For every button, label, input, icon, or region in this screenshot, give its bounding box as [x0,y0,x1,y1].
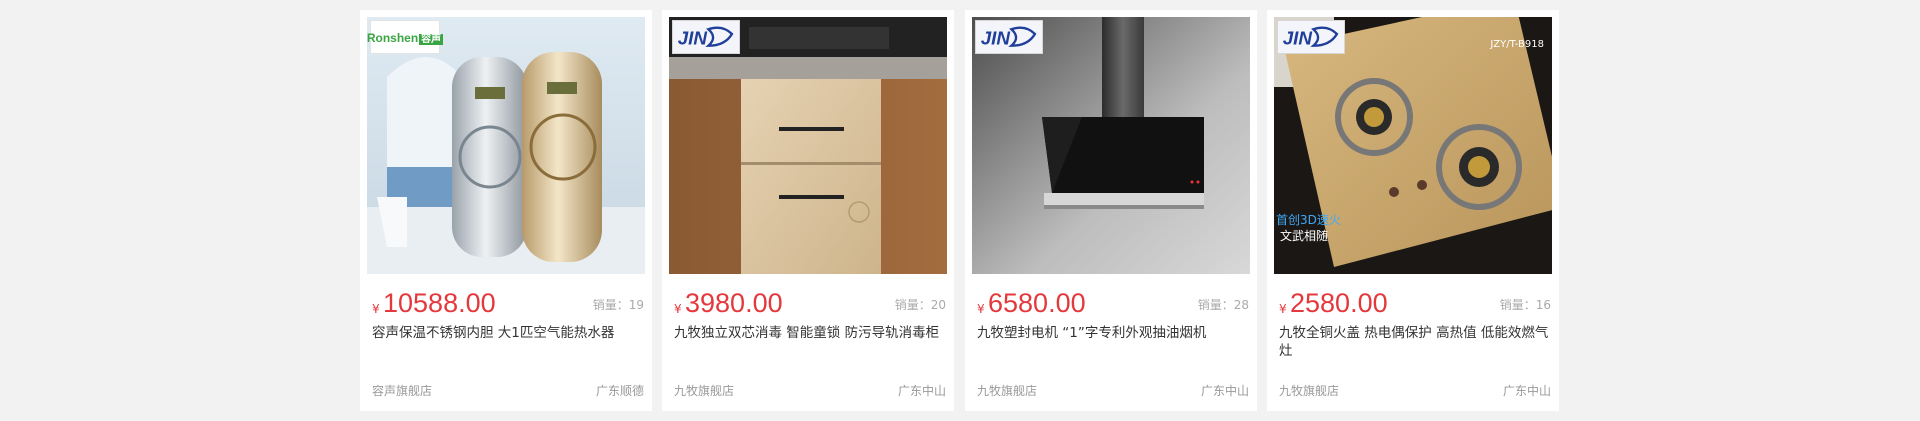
product-grid: Ronshen 容声 ¥ 10588.00 销量：19 容声保温不锈钢内胆 大1匹… [360,10,1562,421]
price-row: ¥ 3980.00 销量：20 [674,280,946,320]
shop-name-link[interactable]: 容声旗舰店 [372,382,432,399]
product-title-link[interactable]: 九牧独立双芯消毒 智能童锁 防污导轨消毒柜 [674,324,946,364]
jiumu-logo-icon: JIN [678,26,734,48]
shop-location: 广东中山 [1502,384,1551,398]
shop-name-link[interactable]: 九牧旗舰店 [674,382,734,399]
product-price: 2580.00 [1290,288,1388,318]
brand-logo: JIN [975,20,1043,54]
sales-count: 销量：20 [894,298,946,312]
water-heater-illustration [367,17,645,274]
jiumu-logo-icon: JIN [981,26,1037,48]
brand-logo: Ronshen 容声 [367,20,444,54]
image-caption-1: 首创3D速火 [1276,213,1341,227]
price-row: ¥ 10588.00 销量：19 [372,280,644,320]
brand-logo: JIN [1277,20,1345,54]
brand-logo: JIN [672,20,740,54]
svg-text:JIN: JIN [678,27,708,48]
svg-text:JIN: JIN [981,27,1011,48]
shop-location: 广东中山 [1200,384,1249,398]
product-price: 3980.00 [685,288,783,318]
currency-symbol: ¥ [674,302,682,316]
sales-count: 销量：28 [1197,298,1249,312]
product-title-link[interactable]: 九牧塑封电机 “1”字专利外观抽油烟机 [977,324,1249,364]
model-number-overlay: JZY/T-B918 [1490,39,1544,50]
currency-symbol: ¥ [1279,302,1287,316]
shop-name-link[interactable]: 九牧旗舰店 [1279,382,1339,399]
currency-symbol: ¥ [977,302,985,316]
product-price: 10588.00 [383,288,496,318]
product-card[interactable]: Ronshen 容声 ¥ 10588.00 销量：19 容声保温不锈钢内胆 大1匹… [360,10,652,411]
jiumu-logo-icon: JIN [1283,26,1339,48]
sales-count: 销量：16 [1499,298,1551,312]
shop-location: 广东顺德 [595,384,644,398]
product-card[interactable]: JIN ¥ 6580.00 销量：28 九牧塑封电机 “1”字专利外观抽油烟机 … [965,10,1257,411]
product-image-range-hood[interactable]: JIN [972,17,1250,274]
currency-symbol: ¥ [372,302,380,316]
product-card[interactable]: JIN JZY/T-B918 首创3D速火 文武相随 ¥ 2580.00 销量：… [1267,10,1559,411]
shop-location: 广东中山 [897,384,946,398]
sales-count: 销量：19 [592,298,644,312]
product-price: 6580.00 [988,288,1086,318]
product-image-gas-stove[interactable]: JIN JZY/T-B918 首创3D速火 文武相随 [1274,17,1552,274]
svg-text:JIN: JIN [1283,27,1313,48]
price-row: ¥ 6580.00 销量：28 [977,280,1249,320]
product-image-disinfection-cabinet[interactable]: JIN [669,17,947,274]
product-image-water-heater[interactable]: Ronshen 容声 [367,17,645,274]
price-row: ¥ 2580.00 销量：16 [1279,280,1551,320]
image-caption-2: 文武相随 [1280,229,1329,243]
product-title-link[interactable]: 容声保温不锈钢内胆 大1匹空气能热水器 [372,324,644,364]
product-title-link[interactable]: 九牧全铜火盖 热电偶保护 高热值 低能效燃气灶 [1279,324,1551,364]
shop-name-link[interactable]: 九牧旗舰店 [977,382,1037,399]
product-card[interactable]: JIN ¥ 3980.00 销量：20 九牧独立双芯消毒 智能童锁 防污导轨消毒… [662,10,954,411]
